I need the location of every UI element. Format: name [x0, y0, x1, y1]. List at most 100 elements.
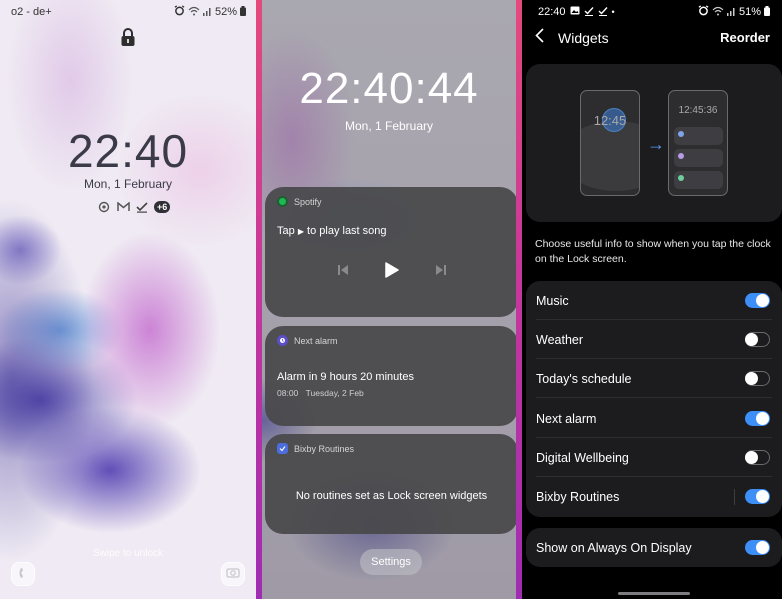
widgets-list: Music Weather Today's schedule Next alar…	[526, 281, 782, 517]
widget-dot	[678, 175, 684, 181]
widget-label: Next alarm	[536, 411, 597, 426]
signal-icon	[202, 6, 212, 19]
more-notifications-badge: +6	[154, 201, 171, 213]
spotify-icon	[277, 196, 288, 207]
phone-shortcut-button[interactable]	[11, 562, 35, 586]
camera-icon	[226, 567, 240, 581]
gesture-home-bar[interactable]	[618, 592, 690, 595]
widget-row-music[interactable]: Music	[526, 281, 782, 320]
wallpaper	[0, 0, 256, 599]
alarm-widget-header: Next alarm	[277, 335, 338, 346]
alarm-app-name: Next alarm	[294, 335, 338, 346]
next-icon[interactable]	[435, 264, 447, 276]
illustration-time-after: 12:45:36	[678, 105, 718, 116]
lock-date: Mon, 1 February	[83, 177, 173, 191]
bixby-app-name: Bixby Routines	[294, 443, 355, 454]
illustration-phone-after: 12:45:36	[668, 90, 728, 196]
alarm-clock-icon	[277, 335, 288, 346]
weather-toggle[interactable]	[745, 332, 770, 347]
lock-clock[interactable]: 22:40	[0, 124, 256, 178]
todays-schedule-toggle[interactable]	[745, 371, 770, 386]
bixby-routines-icon	[277, 443, 288, 454]
widget-row-weather[interactable]: Weather	[526, 320, 782, 359]
spotify-widget-header: Spotify	[277, 196, 322, 207]
notification-icons[interactable]: +6	[97, 200, 171, 214]
gmail-icon	[116, 200, 130, 214]
back-button[interactable]	[535, 28, 549, 48]
alarm-day: Tuesday, 2 Feb	[305, 388, 364, 398]
lock-widgets-panel: 22:40:44 Mon, 1 February Spotify Tap ▶ t…	[262, 0, 516, 599]
widgets-date: Mon, 1 February	[344, 119, 434, 133]
music-toggle[interactable]	[745, 293, 770, 308]
widget-label: Digital Wellbeing	[536, 450, 629, 465]
alarm-icon	[698, 5, 709, 19]
chevron-left-icon	[535, 28, 544, 48]
widgets-clock: 22:40:44	[299, 64, 479, 113]
tasks-icon	[135, 200, 149, 214]
bixby-routines-toggle[interactable]	[745, 489, 770, 504]
media-controls	[265, 262, 516, 278]
widget-row-next-alarm[interactable]: Next alarm	[526, 399, 782, 438]
widget-label: Music	[536, 293, 569, 308]
settings-button[interactable]: Settings	[360, 549, 422, 575]
widget-dot	[678, 153, 684, 159]
battery-percent: 52%	[214, 6, 237, 18]
spotify-widget[interactable]: Spotify Tap ▶ to play last song	[265, 187, 516, 317]
next-alarm-widget[interactable]: Next alarm Alarm in 9 hours 20 minutes 0…	[265, 326, 516, 426]
bixby-routines-widget[interactable]: Bixby Routines No routines set as Lock s…	[265, 434, 516, 534]
widget-row-digital-wellbeing[interactable]: Digital Wellbeing	[526, 438, 782, 477]
widgets-settings-panel: 22:40 • 51% Widgets Reorder 12:45 → 12:4…	[522, 0, 782, 599]
lock-screen-panel: o2 - de+ 52% 22:40 Mon, 1 February +6 Sw…	[0, 0, 256, 599]
carrier-label: o2 - de+	[11, 6, 52, 18]
always-on-display-row[interactable]: Show on Always On Display	[526, 528, 782, 567]
alarm-time: 08:00	[277, 388, 299, 398]
reorder-button[interactable]: Reorder	[720, 30, 770, 45]
prompt-prefix: Tap	[277, 225, 295, 237]
wifi-icon	[188, 6, 200, 19]
wifi-icon	[712, 6, 724, 19]
widgets-illustration: 12:45 → 12:45:36	[526, 64, 782, 222]
play-inline-icon: ▶	[297, 227, 304, 236]
lock-icon[interactable]	[120, 28, 136, 51]
illustration-widget-row	[674, 149, 723, 167]
spotify-prompt: Tap ▶ to play last song	[277, 225, 387, 237]
play-icon[interactable]	[384, 262, 399, 278]
row-divider	[536, 397, 772, 398]
widget-row-bixby-routines[interactable]: Bixby Routines	[526, 477, 782, 516]
status-time: 22:40	[538, 6, 566, 18]
bixby-widget-header: Bixby Routines	[277, 443, 354, 454]
widget-label: Bixby Routines	[536, 489, 620, 504]
illustration-time-before: 12:45	[593, 113, 627, 128]
tasks-notification-icon	[584, 6, 594, 19]
prompt-suffix: to play last song	[307, 225, 387, 237]
battery-icon	[764, 5, 770, 19]
camera-shortcut-button[interactable]	[221, 562, 245, 586]
always-on-display-toggle[interactable]	[745, 540, 770, 555]
more-notifications-dot-icon: •	[611, 7, 615, 17]
widget-dot	[678, 131, 684, 137]
lock-time: 22:40	[67, 125, 189, 177]
alarm-icon	[174, 5, 185, 19]
always-on-display-setting: Show on Always On Display	[526, 528, 782, 567]
next-alarm-toggle[interactable]	[745, 411, 770, 426]
swipe-hint: Swipe to unlock	[92, 548, 164, 559]
sync-icon	[97, 200, 111, 214]
battery-icon	[240, 5, 246, 19]
battery-percent: 51%	[738, 6, 761, 18]
vertical-divider	[734, 488, 735, 505]
illustration-phone-before: 12:45	[580, 90, 640, 196]
phone-icon	[18, 567, 28, 582]
signal-icon	[726, 6, 736, 19]
widget-row-todays-schedule[interactable]: Today's schedule	[526, 359, 782, 398]
spotify-app-name: Spotify	[294, 196, 322, 207]
alarm-details: 08:00 Tuesday, 2 Feb	[277, 388, 364, 398]
illustration-widget-row	[674, 127, 723, 145]
tasks-notification-icon	[598, 6, 608, 19]
status-bar: o2 - de+ 52%	[11, 4, 246, 20]
alarm-countdown: Alarm in 9 hours 20 minutes	[277, 371, 414, 383]
bixby-empty-message: No routines set as Lock screen widgets	[295, 490, 488, 502]
aod-label: Show on Always On Display	[536, 540, 692, 555]
app-bar: Widgets Reorder	[522, 28, 782, 50]
digital-wellbeing-toggle[interactable]	[745, 450, 770, 465]
previous-icon[interactable]	[337, 264, 349, 276]
